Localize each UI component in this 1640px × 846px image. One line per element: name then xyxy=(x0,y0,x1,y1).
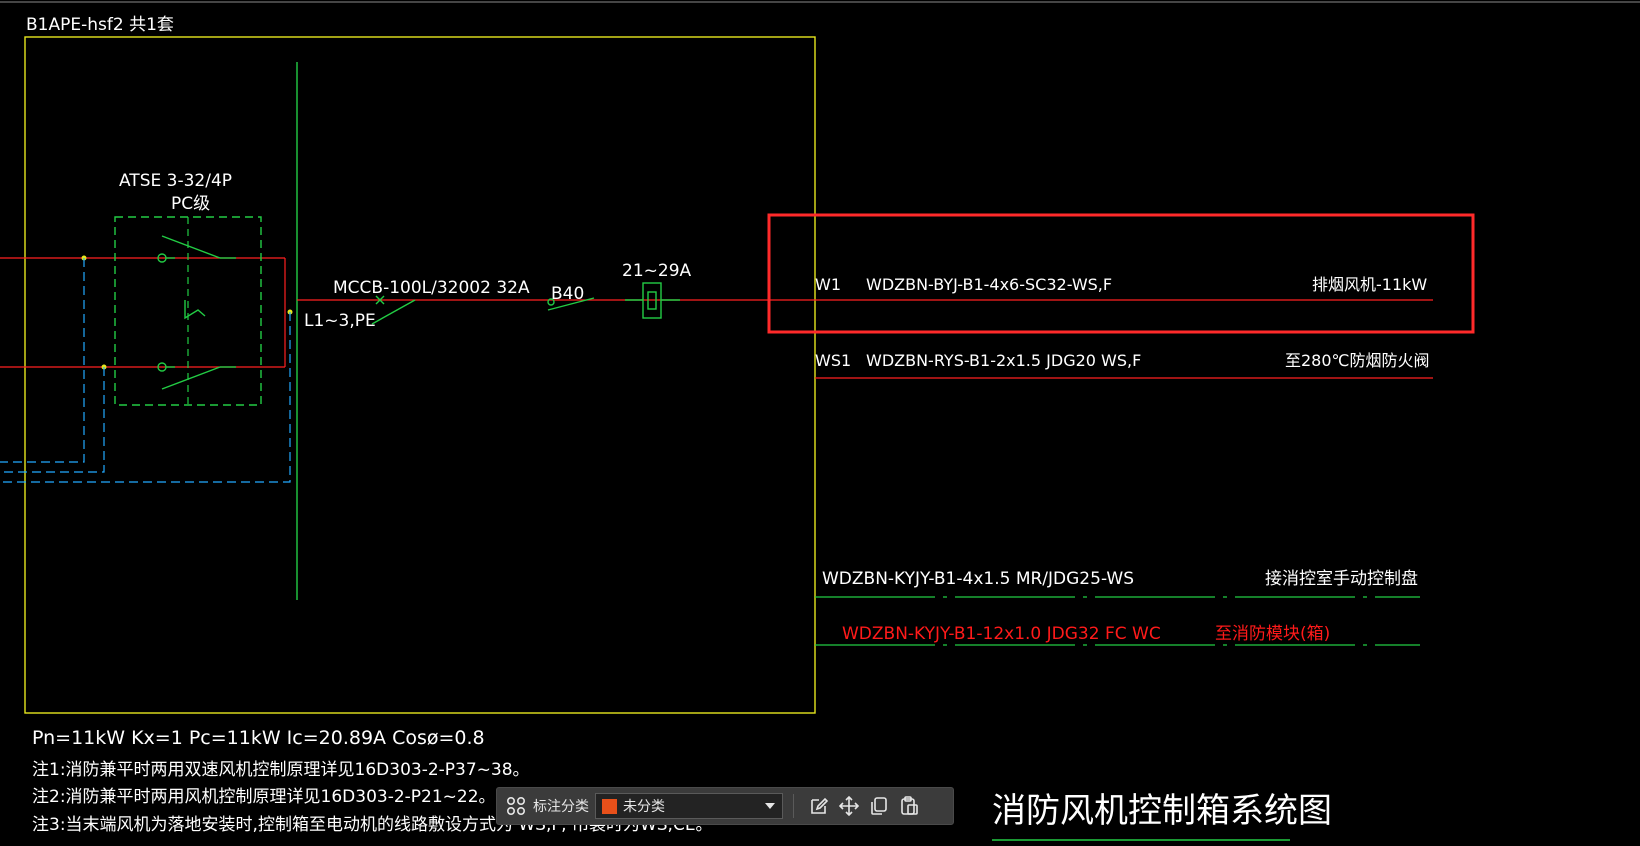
annotation-category-label: 标注分类 xyxy=(533,799,589,815)
category-select-value: 未分类 xyxy=(623,799,665,815)
edit-icon[interactable] xyxy=(804,792,834,820)
box-title: B1APE-hsf2 共1套 xyxy=(26,15,174,35)
contactor-label: B40 xyxy=(551,284,584,304)
copy-icon[interactable] xyxy=(864,792,894,820)
circuit-cable-ws1: WDZBN-RYS-B1-2x1.5 JDG20 WS,F xyxy=(866,351,1141,370)
annotation-toolbar: 标注分类 未分类 xyxy=(496,787,954,825)
cad-canvas[interactable]: B1APE-hsf2 共1套 ATSE 3-32/4P PC级 MCCB-100… xyxy=(0,0,1640,846)
circuit-id-w1: W1 xyxy=(815,275,841,294)
phase-label: L1~3,PE xyxy=(304,311,376,331)
chevron-down-icon xyxy=(764,798,776,814)
note-2: 注2:消防兼平时两用风机控制原理详见16D303-2-P21~22。 xyxy=(32,787,496,807)
drawing-title: 消防风机控制箱系统图 xyxy=(992,791,1332,831)
circuit-target-ws1: 至280℃防烟防火阀 xyxy=(1285,351,1430,370)
move-icon[interactable] xyxy=(834,792,864,820)
atse-switch-symbol xyxy=(157,235,236,390)
distribution-box-frame xyxy=(24,36,816,714)
control-target-2: 至消防模块(箱) xyxy=(1215,624,1330,644)
thermal-relay-label: 21~29A xyxy=(622,261,692,281)
control-target-1: 接消控室手动控制盘 xyxy=(1265,569,1418,589)
circuit-id-ws1: WS1 xyxy=(815,351,851,370)
atse-model-label: ATSE 3-32/4P xyxy=(119,171,232,191)
circuit-target-w1: 排烟风机-11kW xyxy=(1312,275,1427,294)
highlight-box xyxy=(767,213,1475,334)
control-wiring xyxy=(0,258,291,483)
load-parameters: Pn=11kW Kx=1 Pc=11kW Ic=20.89A Cosø=0.8 xyxy=(32,727,485,749)
category-color-swatch xyxy=(602,798,617,814)
circuit-cable-w1: WDZBN-BYJ-B1-4x6-SC32-WS,F xyxy=(866,275,1112,294)
control-cable-1: WDZBN-KYJY-B1-4x1.5 MR/JDG25-WS xyxy=(822,569,1134,589)
category-select[interactable]: 未分类 xyxy=(595,793,783,819)
toolbar-divider xyxy=(793,794,794,818)
mccb-label: MCCB-100L/32002 32A xyxy=(333,278,530,298)
paste-icon[interactable] xyxy=(894,792,924,820)
control-cable-2: WDZBN-KYJY-B1-12x1.0 JDG32 FC WC xyxy=(842,624,1161,644)
note-1: 注1:消防兼平时两用双速风机控制原理详见16D303-2-P37~38。 xyxy=(32,760,530,780)
grid-icon[interactable] xyxy=(503,793,529,819)
atse-class-label: PC级 xyxy=(171,194,210,214)
